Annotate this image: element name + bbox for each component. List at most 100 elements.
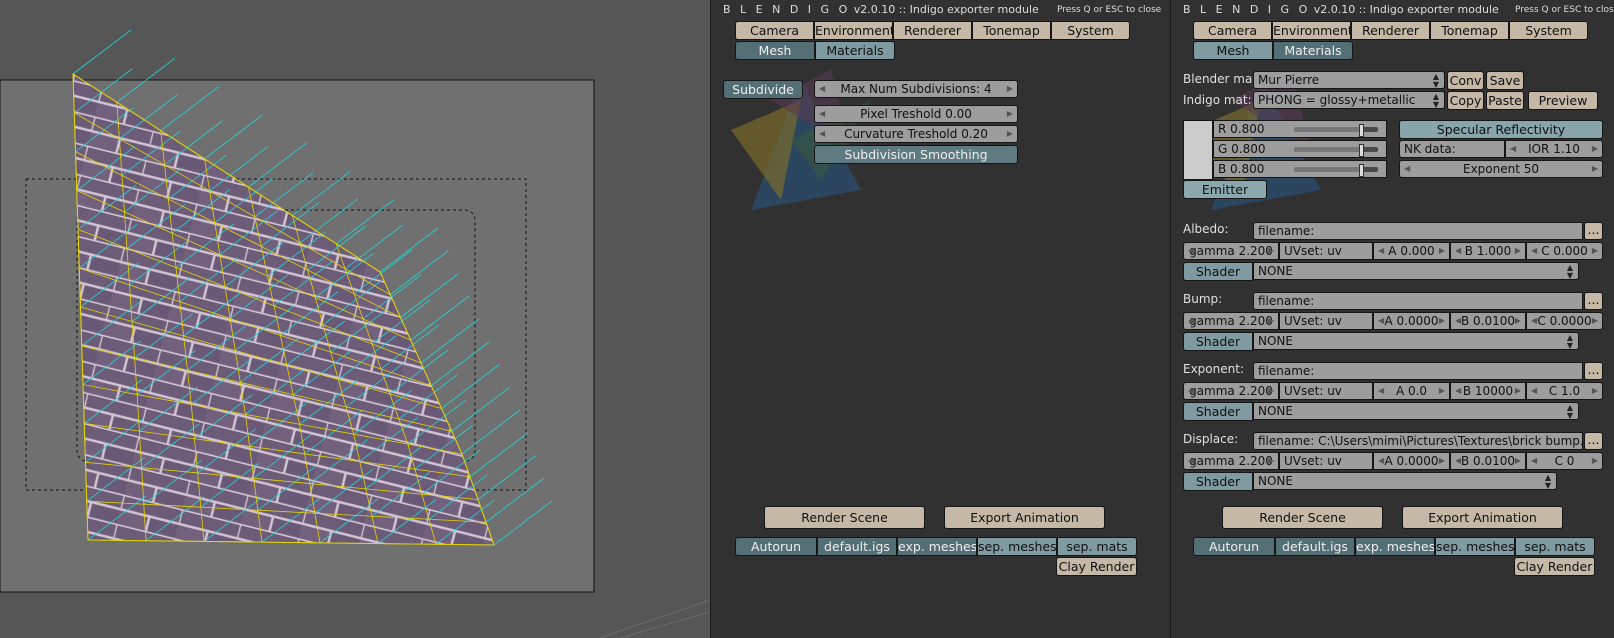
max-subdivisions-field[interactable]: ◀ Max Num Subdivisions: 4 ▶ <box>814 80 1018 98</box>
sep-mats-toggle[interactable]: sep. mats <box>1515 537 1595 556</box>
filename-field[interactable]: filename: C:\Users\mimi\Pictures\Texture… <box>1253 432 1583 450</box>
shader-button[interactable]: Shader <box>1183 262 1253 281</box>
tab-tonemap[interactable]: Tonemap <box>1430 21 1509 40</box>
clay-render-button[interactable]: Clay Render <box>1056 557 1137 576</box>
file-browse-button[interactable]: ... <box>1584 432 1603 450</box>
tab-environment[interactable]: Environment <box>814 21 893 40</box>
a-field[interactable]: ◀ A 0.0000 ▶ <box>1373 312 1450 330</box>
shader-select[interactable]: NONE ▲ ▼ <box>1253 262 1579 280</box>
subtab-mesh[interactable]: Mesh <box>735 41 815 60</box>
uvset-field[interactable]: UVset: uv <box>1279 382 1373 400</box>
blendigo-panel-materials: B L E N D I G O v2.0.10 :: Indigo export… <box>1170 0 1614 638</box>
sep-meshes-toggle[interactable]: sep. meshes <box>977 537 1057 556</box>
gamma-field[interactable]: ◀ gamma 2.200 ▶ <box>1183 382 1279 400</box>
3d-viewport[interactable] <box>0 0 710 638</box>
c-field[interactable]: ◀ C 0.0000 ▶ <box>1526 312 1603 330</box>
section-label: Displace: <box>1183 432 1239 446</box>
uvset-field[interactable]: UVset: uv <box>1279 242 1373 260</box>
a-field[interactable]: ◀ A 0.000 ▶ <box>1373 242 1450 260</box>
save-button[interactable]: Save <box>1486 71 1524 90</box>
gamma-field[interactable]: ◀ gamma 2.200 ▶ <box>1183 312 1279 330</box>
a-field[interactable]: ◀ A 0.0 ▶ <box>1373 382 1450 400</box>
color-swatch[interactable] <box>1183 120 1213 180</box>
exp-meshes-toggle[interactable]: exp. meshes <box>897 537 977 556</box>
updown-icon: ▲ ▼ <box>1432 72 1439 89</box>
shader-select[interactable]: NONE ▲ ▼ <box>1253 402 1579 420</box>
module-title: Indigo exporter module <box>909 3 1039 16</box>
specular-reflectivity-toggle[interactable]: Specular Reflectivity <box>1399 120 1603 139</box>
b-field[interactable]: ◀ B 10000 ▶ <box>1450 382 1526 400</box>
close-hint: Press Q or ESC to close <box>1515 5 1614 15</box>
tab-system[interactable]: System <box>1509 21 1588 40</box>
autorun-toggle[interactable]: Autorun <box>735 537 817 556</box>
panel-header: B L E N D I G O v2.0.10 :: Indigo export… <box>1183 3 1499 16</box>
filename-field[interactable]: filename: <box>1253 362 1583 380</box>
subtab-materials[interactable]: Materials <box>1273 41 1353 60</box>
b-slider[interactable]: B 0.800 <box>1213 160 1387 178</box>
shader-select[interactable]: NONE ▲ ▼ <box>1253 332 1579 350</box>
autorun-toggle[interactable]: Autorun <box>1193 537 1275 556</box>
tab-tonemap[interactable]: Tonemap <box>972 21 1051 40</box>
b-field[interactable]: ◀ B 1.000 ▶ <box>1450 242 1526 260</box>
g-slider[interactable]: G 0.800 <box>1213 140 1387 158</box>
c-field[interactable]: ◀ C 1.0 ▶ <box>1526 382 1603 400</box>
b-field[interactable]: ◀ B 0.0100 ▶ <box>1450 452 1526 470</box>
curvature-treshold-field[interactable]: ◀ Curvature Treshold 0.20 ▶ <box>814 125 1018 143</box>
export-animation-button[interactable]: Export Animation <box>944 506 1105 529</box>
nk-data-field[interactable]: NK data: <box>1399 140 1505 158</box>
blendigo-panel-mesh: B L E N D I G O v2.0.10 :: Indigo export… <box>710 0 1171 638</box>
subtab-mesh[interactable]: Mesh <box>1193 41 1273 60</box>
panel-header: B L E N D I G O v2.0.10 :: Indigo export… <box>723 3 1039 16</box>
filename-field[interactable]: filename: <box>1253 222 1583 240</box>
tab-environment[interactable]: Environment <box>1272 21 1351 40</box>
conv-button[interactable]: Conv <box>1447 71 1484 90</box>
copy-button[interactable]: Copy <box>1447 91 1484 110</box>
sep-meshes-toggle[interactable]: sep. meshes <box>1435 537 1515 556</box>
tab-camera[interactable]: Camera <box>735 21 814 40</box>
tab-camera[interactable]: Camera <box>1193 21 1272 40</box>
shader-button[interactable]: Shader <box>1183 472 1253 491</box>
ior-field[interactable]: ◀ IOR 1.10 ▶ <box>1505 140 1603 158</box>
updown-icon: ▲ ▼ <box>1566 263 1573 280</box>
shader-button[interactable]: Shader <box>1183 332 1253 351</box>
file-browse-button[interactable]: ... <box>1584 222 1603 240</box>
uvset-field[interactable]: UVset: uv <box>1279 452 1373 470</box>
tab-renderer[interactable]: Renderer <box>893 21 972 40</box>
subtab-materials[interactable]: Materials <box>815 41 895 60</box>
module-title: Indigo exporter module <box>1369 3 1499 16</box>
file-browse-button[interactable]: ... <box>1584 292 1603 310</box>
file-browse-button[interactable]: ... <box>1584 362 1603 380</box>
tab-renderer[interactable]: Renderer <box>1351 21 1430 40</box>
exp-meshes-toggle[interactable]: exp. meshes <box>1355 537 1435 556</box>
sep-mats-toggle[interactable]: sep. mats <box>1057 537 1137 556</box>
shader-button[interactable]: Shader <box>1183 402 1253 421</box>
exponent-field[interactable]: ◀ Exponent 50 ▶ <box>1399 160 1603 178</box>
gamma-field[interactable]: ◀ gamma 2.200 ▶ <box>1183 242 1279 260</box>
c-field[interactable]: ◀ C 0 ▶ <box>1526 452 1603 470</box>
paste-button[interactable]: Paste <box>1486 91 1524 110</box>
pixel-treshold-field[interactable]: ◀ Pixel Treshold 0.00 ▶ <box>814 105 1018 123</box>
c-field[interactable]: ◀ C 0.000 ▶ <box>1526 242 1603 260</box>
viewport-canvas[interactable] <box>0 0 710 638</box>
gamma-field[interactable]: ◀ gamma 2.200 ▶ <box>1183 452 1279 470</box>
subdivision-smoothing-toggle[interactable]: Subdivision Smoothing <box>814 145 1018 164</box>
uvset-field[interactable]: UVset: uv <box>1279 312 1373 330</box>
preview-button[interactable]: Preview <box>1528 91 1598 110</box>
default-igs-toggle[interactable]: default.igs <box>1275 537 1355 556</box>
a-field[interactable]: ◀ A 0.0000 ▶ <box>1373 452 1450 470</box>
render-scene-button[interactable]: Render Scene <box>764 506 925 529</box>
subdivide-toggle[interactable]: Subdivide <box>723 80 803 99</box>
emitter-toggle[interactable]: Emitter <box>1183 180 1267 199</box>
export-animation-button[interactable]: Export Animation <box>1402 506 1563 529</box>
blender-mat-label: Blender mat: <box>1183 72 1262 86</box>
default-igs-toggle[interactable]: default.igs <box>817 537 897 556</box>
r-slider[interactable]: R 0.800 <box>1213 120 1387 138</box>
b-field[interactable]: ◀ B 0.0100 ▶ <box>1450 312 1526 330</box>
blender-mat-select[interactable]: Mur Pierre ▲ ▼ <box>1253 71 1445 89</box>
clay-render-button[interactable]: Clay Render <box>1514 557 1595 576</box>
tab-system[interactable]: System <box>1051 21 1130 40</box>
filename-field[interactable]: filename: <box>1253 292 1583 310</box>
indigo-mat-select[interactable]: PHONG = glossy+metallic ▲ ▼ <box>1253 91 1445 109</box>
shader-select[interactable]: NONE ▲ ▼ <box>1253 472 1557 490</box>
render-scene-button[interactable]: Render Scene <box>1222 506 1383 529</box>
